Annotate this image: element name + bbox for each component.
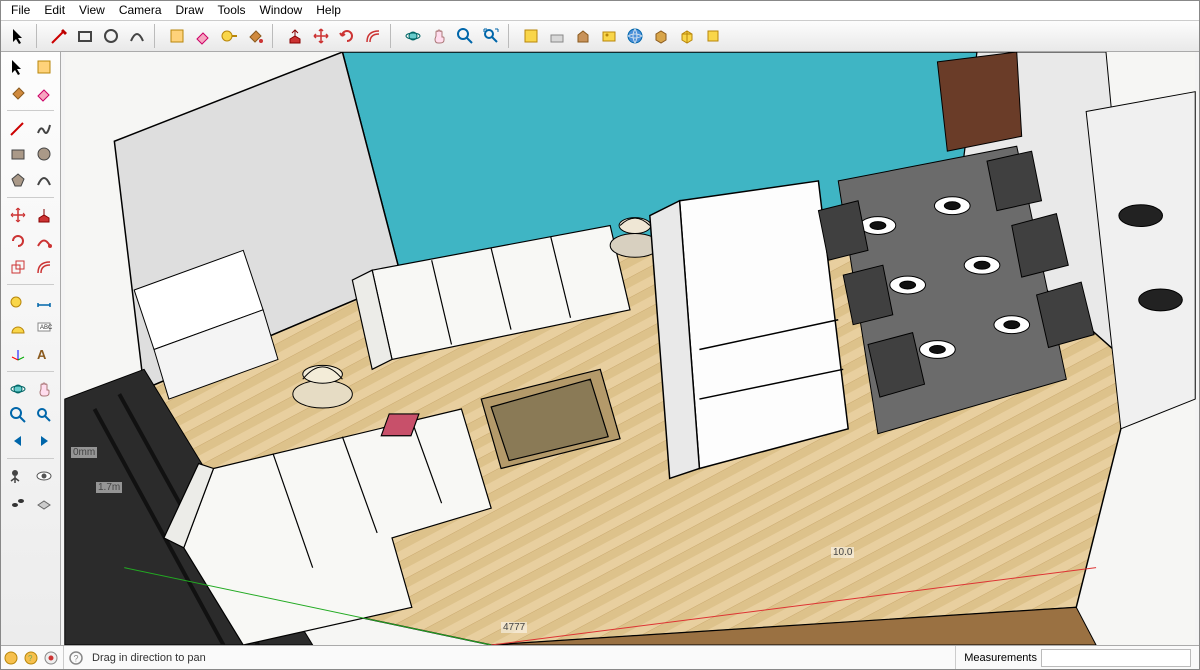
dimension-label: 1.7m bbox=[96, 482, 122, 493]
position-camera-tool[interactable] bbox=[6, 464, 30, 488]
add-location-tool[interactable] bbox=[519, 24, 543, 48]
follow-me-tool[interactable] bbox=[32, 229, 56, 253]
zoom-tool[interactable] bbox=[453, 24, 477, 48]
menu-camera[interactable]: Camera bbox=[119, 3, 162, 17]
scale-tool[interactable] bbox=[6, 255, 30, 279]
geo-location-icon[interactable] bbox=[1, 648, 21, 668]
tape-measure-tool[interactable] bbox=[217, 24, 241, 48]
svg-text:A: A bbox=[37, 347, 47, 362]
push-pull-tool[interactable] bbox=[283, 24, 307, 48]
menu-window[interactable]: Window bbox=[260, 3, 303, 17]
3d-text-tool[interactable]: A bbox=[32, 342, 56, 366]
svg-text:?: ? bbox=[74, 653, 79, 663]
tape-measure-tool[interactable] bbox=[6, 290, 30, 314]
line-tool[interactable] bbox=[6, 116, 30, 140]
toolbar-left: ABC A bbox=[1, 52, 61, 645]
photo-textures-tool[interactable] bbox=[597, 24, 621, 48]
paint-bucket-tool[interactable] bbox=[243, 24, 267, 48]
menu-tools[interactable]: Tools bbox=[218, 3, 246, 17]
eraser-tool[interactable] bbox=[191, 24, 215, 48]
measurements-box: Measurements bbox=[955, 646, 1199, 669]
orbit-tool[interactable] bbox=[401, 24, 425, 48]
polygon-tool[interactable] bbox=[6, 168, 30, 192]
pan-tool[interactable] bbox=[427, 24, 451, 48]
rectangle-tool[interactable] bbox=[73, 24, 97, 48]
menu-bar: File Edit View Camera Draw Tools Window … bbox=[1, 1, 1199, 21]
offset-tool[interactable] bbox=[361, 24, 385, 48]
dimensions-tool[interactable] bbox=[32, 290, 56, 314]
preview-3d-warehouse-tool[interactable] bbox=[623, 24, 647, 48]
svg-text:ABC: ABC bbox=[40, 325, 53, 331]
previous-view-tool[interactable] bbox=[6, 429, 30, 453]
dimension-label: 4777 bbox=[501, 622, 527, 633]
select-tool[interactable] bbox=[7, 24, 31, 48]
3d-viewport[interactable]: 0mm 1.7m 10.0 4777 bbox=[61, 52, 1199, 645]
make-component-tool[interactable] bbox=[32, 55, 56, 79]
add-building-tool[interactable] bbox=[571, 24, 595, 48]
freehand-tool[interactable] bbox=[32, 116, 56, 140]
section-plane-tool[interactable] bbox=[32, 490, 56, 514]
status-bar: ? ? Drag in direction to pan Measurement… bbox=[1, 645, 1199, 669]
menu-file[interactable]: File bbox=[11, 3, 30, 17]
circle-tool[interactable] bbox=[99, 24, 123, 48]
measurements-input[interactable] bbox=[1041, 649, 1191, 667]
next-view-tool[interactable] bbox=[32, 429, 56, 453]
credits-icon[interactable]: ? bbox=[21, 648, 41, 668]
line-tool[interactable] bbox=[47, 24, 71, 48]
move-tool[interactable] bbox=[6, 203, 30, 227]
look-around-tool[interactable] bbox=[32, 464, 56, 488]
paint-bucket-tool[interactable] bbox=[6, 81, 30, 105]
rotate-tool[interactable] bbox=[6, 229, 30, 253]
share-model-tool[interactable] bbox=[675, 24, 699, 48]
help-icon[interactable]: ? bbox=[66, 648, 86, 668]
get-models-tool[interactable] bbox=[649, 24, 673, 48]
model-scene bbox=[61, 52, 1199, 645]
push-pull-tool[interactable] bbox=[32, 203, 56, 227]
arc-tool[interactable] bbox=[32, 168, 56, 192]
arc-tool[interactable] bbox=[125, 24, 149, 48]
orbit-tool[interactable] bbox=[6, 377, 30, 401]
select-tool[interactable] bbox=[6, 55, 30, 79]
svg-text:?: ? bbox=[28, 654, 33, 663]
pan-tool[interactable] bbox=[32, 377, 56, 401]
model-info-icon[interactable] bbox=[41, 648, 61, 668]
rotate-tool[interactable] bbox=[335, 24, 359, 48]
status-hint: Drag in direction to pan bbox=[86, 652, 955, 664]
text-tool[interactable]: ABC bbox=[32, 316, 56, 340]
menu-draw[interactable]: Draw bbox=[176, 3, 204, 17]
dimension-label: 10.0 bbox=[831, 547, 854, 558]
measurements-label: Measurements bbox=[964, 652, 1037, 664]
walk-tool[interactable] bbox=[6, 490, 30, 514]
axes-tool[interactable] bbox=[6, 342, 30, 366]
toggle-terrain-tool[interactable] bbox=[545, 24, 569, 48]
extension-warehouse-tool[interactable] bbox=[701, 24, 725, 48]
menu-edit[interactable]: Edit bbox=[44, 3, 65, 17]
zoom-extents-tool[interactable] bbox=[32, 403, 56, 427]
dimension-label: 0mm bbox=[71, 447, 97, 458]
zoom-extents-tool[interactable] bbox=[479, 24, 503, 48]
make-component[interactable] bbox=[165, 24, 189, 48]
rectangle-tool[interactable] bbox=[6, 142, 30, 166]
menu-help[interactable]: Help bbox=[316, 3, 341, 17]
menu-view[interactable]: View bbox=[79, 3, 105, 17]
circle-tool[interactable] bbox=[32, 142, 56, 166]
eraser-tool[interactable] bbox=[32, 81, 56, 105]
protractor-tool[interactable] bbox=[6, 316, 30, 340]
zoom-tool[interactable] bbox=[6, 403, 30, 427]
offset-tool[interactable] bbox=[32, 255, 56, 279]
move-tool[interactable] bbox=[309, 24, 333, 48]
toolbar-top bbox=[1, 21, 1199, 52]
